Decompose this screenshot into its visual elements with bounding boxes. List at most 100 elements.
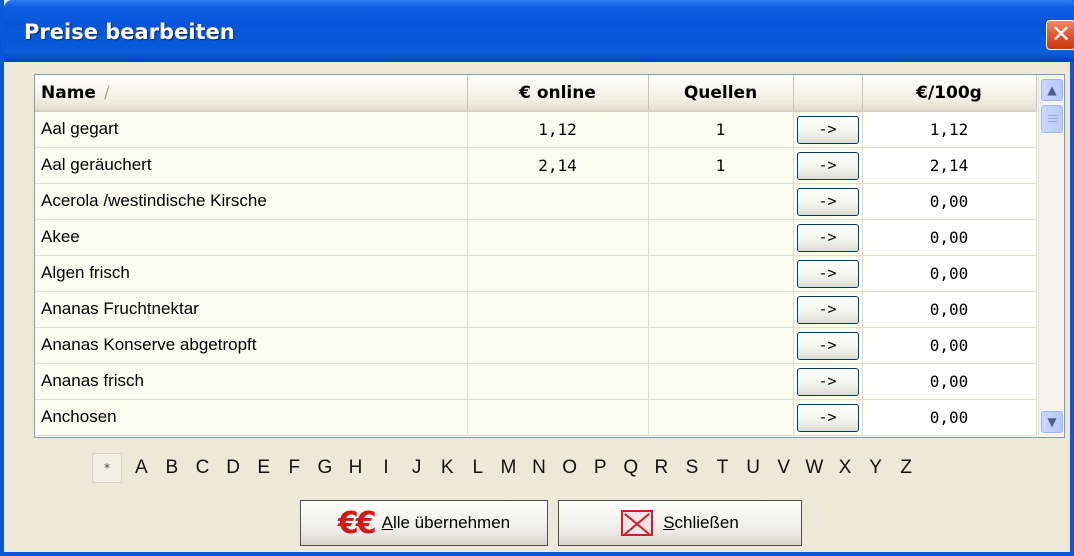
cell-sources[interactable] — [648, 255, 794, 292]
transfer-price-button[interactable]: -> — [796, 116, 859, 145]
alphabet-filter-letter[interactable]: K — [432, 457, 463, 479]
cell-sources[interactable] — [648, 183, 794, 220]
cell-online-price[interactable]: 1,12 — [467, 111, 649, 148]
alphabet-filter-letter[interactable]: I — [371, 457, 402, 479]
cell-sources[interactable]: 1 — [648, 147, 794, 184]
cell-name[interactable]: Anchosen — [35, 399, 468, 436]
table-row[interactable]: Ananas frisch -> 0,00 — [35, 363, 1037, 400]
alphabet-filter-letter[interactable]: M — [493, 457, 524, 479]
window-title: Preise bearbeiten — [24, 20, 235, 44]
table-row[interactable]: Ananas Konserve abgetropft -> 0,00 — [35, 327, 1037, 364]
cell-price-per-100g[interactable]: 0,00 — [862, 255, 1037, 292]
alphabet-filter-letter[interactable]: E — [248, 457, 279, 479]
alphabet-filter-letter[interactable]: L — [463, 457, 494, 479]
apply-all-button[interactable]: €€ Alle übernehmen — [300, 500, 548, 546]
column-header-name[interactable]: Name / — [35, 75, 468, 112]
alphabet-filter-letter[interactable]: N — [524, 457, 555, 479]
alphabet-filter-letter[interactable]: G — [310, 457, 341, 479]
cell-sources[interactable] — [648, 399, 794, 436]
column-header-sources[interactable]: Quellen — [648, 75, 794, 112]
alphabet-filter-letter[interactable]: F — [279, 457, 310, 479]
cell-name[interactable]: Ananas frisch — [35, 363, 468, 400]
alphabet-filter-letter[interactable]: T — [707, 457, 738, 479]
scroll-up-icon[interactable]: ▲ — [1041, 79, 1063, 101]
cell-sources[interactable] — [648, 219, 794, 256]
close-button[interactable]: Schließen — [558, 500, 802, 546]
cell-online-price[interactable] — [467, 183, 649, 220]
transfer-price-button[interactable]: -> — [796, 404, 859, 432]
cell-online-price[interactable] — [467, 219, 649, 256]
alphabet-filter-letter[interactable]: V — [768, 457, 799, 479]
cell-sources[interactable]: 1 — [648, 111, 794, 148]
scroll-down-icon[interactable]: ▼ — [1041, 411, 1063, 433]
alphabet-filter-letter[interactable]: H — [340, 457, 371, 479]
cell-online-price[interactable] — [467, 255, 649, 292]
alphabet-filter-letter[interactable]: R — [646, 457, 677, 479]
transfer-price-button[interactable]: -> — [796, 152, 859, 180]
alphabet-filter-letter[interactable]: O — [554, 457, 585, 479]
close-icon[interactable]: ✕ — [1046, 20, 1074, 50]
cell-sources[interactable] — [648, 363, 794, 400]
alphabet-filter-letter[interactable]: S — [677, 457, 708, 479]
cell-name[interactable]: Akee — [35, 219, 468, 256]
column-header-price-per-100g[interactable]: €/100g — [862, 75, 1037, 112]
transfer-price-button[interactable]: -> — [796, 368, 859, 396]
alphabet-filter-all[interactable]: * — [92, 453, 122, 483]
cell-price-per-100g[interactable]: 0,00 — [862, 183, 1037, 220]
cell-name[interactable]: Algen frisch — [35, 255, 468, 292]
alphabet-filter-letter[interactable]: Q — [616, 457, 647, 479]
cell-name[interactable]: Acerola /westindische Kirsche — [35, 183, 468, 220]
cell-name[interactable]: Ananas Fruchtnektar — [35, 291, 468, 328]
table-row[interactable]: Aal geräuchert 2,14 1 -> 2,14 — [35, 147, 1037, 184]
column-header-online-price[interactable]: € online — [467, 75, 649, 112]
cell-name[interactable]: Aal gegart — [35, 111, 468, 148]
alphabet-filter-letter[interactable]: B — [157, 457, 188, 479]
table-row[interactable]: Aal gegart 1,12 1 -> 1,12 — [35, 111, 1037, 148]
transfer-price-button[interactable]: -> — [796, 260, 859, 288]
cell-price-per-100g[interactable]: 0,00 — [862, 219, 1037, 256]
apply-all-access-key: A — [381, 513, 393, 532]
alphabet-filter-letter[interactable]: U — [738, 457, 769, 479]
cell-online-price[interactable]: 2,14 — [467, 147, 649, 184]
cell-online-price[interactable] — [467, 363, 649, 400]
title-bar[interactable]: Preise bearbeiten ✕ — [4, 0, 1074, 62]
alphabet-filter-letter[interactable]: J — [401, 457, 432, 479]
table-header-row: Name / € online Quellen €/100g — [35, 75, 1037, 112]
transfer-price-button[interactable]: -> — [796, 224, 859, 252]
vertical-scrollbar[interactable]: ▲ ▼ — [1038, 75, 1064, 437]
cell-action: -> — [793, 291, 863, 328]
cell-action: -> — [793, 255, 863, 292]
table-row[interactable]: Algen frisch -> 0,00 — [35, 255, 1037, 292]
transfer-price-button[interactable]: -> — [796, 332, 859, 360]
cell-price-per-100g[interactable]: 0,00 — [862, 291, 1037, 328]
cell-price-per-100g[interactable]: 1,12 — [862, 111, 1037, 148]
cell-price-per-100g[interactable]: 0,00 — [862, 327, 1037, 364]
apply-all-label-rest: lle übernehmen — [392, 513, 511, 532]
cell-sources[interactable] — [648, 327, 794, 364]
alphabet-filter-letter[interactable]: P — [585, 457, 616, 479]
cell-name[interactable]: Aal geräuchert — [35, 147, 468, 184]
table-row[interactable]: Ananas Fruchtnektar -> 0,00 — [35, 291, 1037, 328]
cell-online-price[interactable] — [467, 327, 649, 364]
transfer-price-button[interactable]: -> — [796, 188, 859, 216]
alphabet-filter-letter[interactable]: Y — [860, 457, 891, 479]
cell-price-per-100g[interactable]: 0,00 — [862, 363, 1037, 400]
alphabet-filter-letter[interactable]: Z — [891, 457, 922, 479]
cell-price-per-100g[interactable]: 0,00 — [862, 399, 1037, 436]
table-row[interactable]: Acerola /westindische Kirsche -> 0,00 — [35, 183, 1037, 220]
alphabet-filter-letter[interactable]: A — [126, 457, 157, 479]
alphabet-filter-letter[interactable]: D — [218, 457, 249, 479]
table-row[interactable]: Akee -> 0,00 — [35, 219, 1037, 256]
cell-sources[interactable] — [648, 291, 794, 328]
alphabet-filter-letter[interactable]: W — [799, 457, 830, 479]
scroll-thumb[interactable] — [1041, 105, 1063, 133]
grip-line — [1048, 118, 1057, 119]
alphabet-filter-letter[interactable]: X — [830, 457, 861, 479]
cell-online-price[interactable] — [467, 399, 649, 436]
cell-name[interactable]: Ananas Konserve abgetropft — [35, 327, 468, 364]
alphabet-filter-letter[interactable]: C — [187, 457, 218, 479]
cell-online-price[interactable] — [467, 291, 649, 328]
transfer-price-button[interactable]: -> — [796, 296, 859, 324]
cell-price-per-100g[interactable]: 2,14 — [862, 147, 1037, 184]
table-row[interactable]: Anchosen -> 0,00 — [35, 399, 1037, 436]
